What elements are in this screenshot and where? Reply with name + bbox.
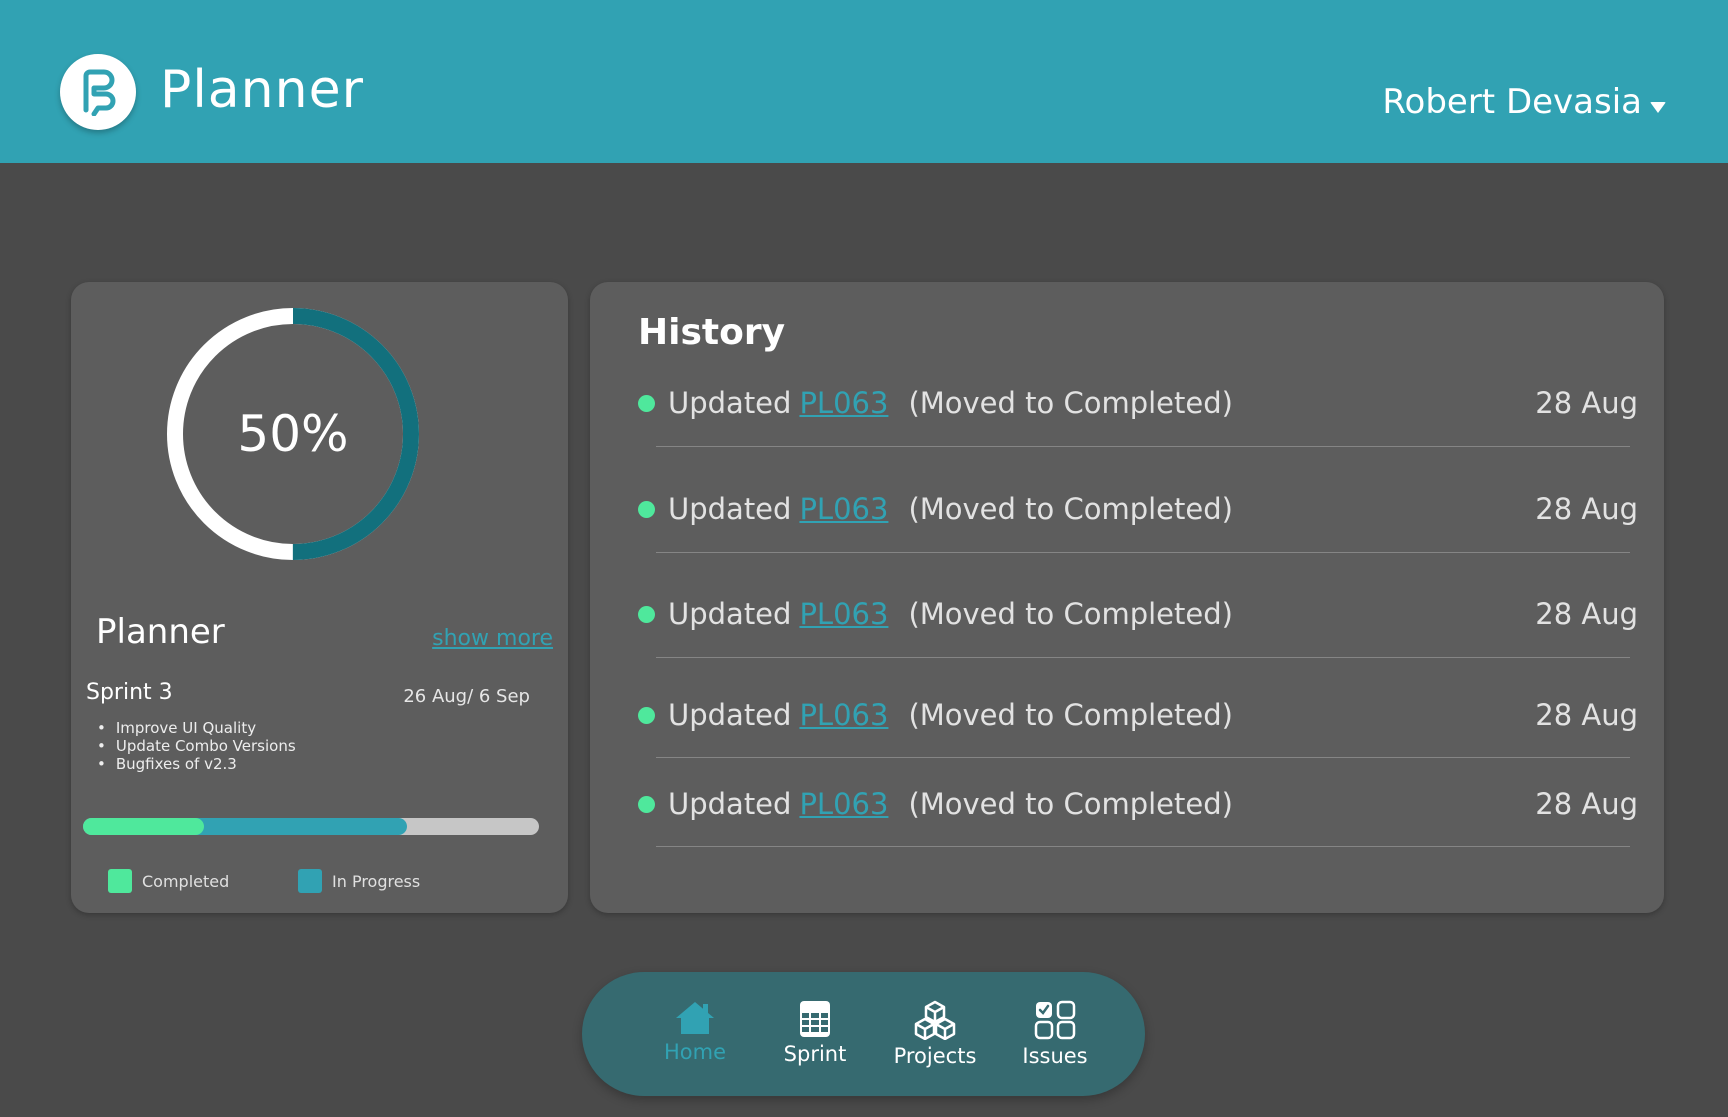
nav-item-projects[interactable]: Projects	[880, 1000, 990, 1068]
app-header: Planner Robert Devasia	[0, 0, 1728, 163]
row-divider	[656, 657, 1630, 658]
row-divider	[656, 846, 1630, 847]
nav-label-sprint: Sprint	[783, 1042, 847, 1066]
task-item: Bugfixes of v2.3	[93, 755, 296, 773]
sprint-name: Sprint 3	[86, 680, 173, 705]
issue-link[interactable]: PL063	[799, 386, 888, 420]
history-date: 28 Aug	[1535, 787, 1638, 821]
legend-in-progress-swatch	[298, 869, 322, 893]
show-more-link[interactable]: show more	[432, 626, 553, 651]
app-logo[interactable]	[60, 54, 136, 130]
history-action: Updated	[668, 492, 792, 526]
status-dot	[638, 706, 655, 724]
history-action: Updated	[668, 597, 792, 631]
task-item: Improve UI Quality	[93, 719, 296, 737]
history-detail: (Moved to Completed)	[908, 386, 1233, 420]
history-card: History Updated PL063 (Moved to Complete…	[590, 282, 1664, 913]
history-detail: (Moved to Completed)	[908, 698, 1233, 732]
home-icon	[676, 1002, 714, 1034]
issue-link[interactable]: PL063	[799, 597, 888, 631]
legend-in-progress-label: In Progress	[332, 871, 421, 891]
cubes-icon	[914, 1000, 956, 1040]
bottom-nav: Home Sprint Projects Issues	[582, 972, 1145, 1096]
history-action: Updated	[668, 386, 792, 420]
history-row: Updated PL063 (Moved to Completed) 28 Au…	[638, 779, 1638, 829]
nav-item-issues[interactable]: Issues	[1000, 1000, 1110, 1068]
row-divider	[656, 446, 1630, 447]
history-date: 28 Aug	[1535, 492, 1638, 526]
history-detail: (Moved to Completed)	[908, 597, 1233, 631]
history-title: History	[638, 312, 786, 353]
history-row: Updated PL063 (Moved to Completed) 28 Au…	[638, 484, 1638, 534]
nav-item-sprint[interactable]: Sprint	[760, 1000, 870, 1066]
history-date: 28 Aug	[1535, 698, 1638, 732]
legend-completed-label: Completed	[142, 871, 230, 891]
history-action: Updated	[668, 698, 792, 732]
status-dot	[638, 500, 655, 518]
history-row: Updated PL063 (Moved to Completed) 28 Au…	[638, 690, 1638, 740]
history-action: Updated	[668, 787, 792, 821]
legend-completed-swatch	[108, 869, 132, 893]
legend-in-progress: In Progress	[298, 869, 420, 893]
nav-item-home[interactable]: Home	[640, 1000, 750, 1064]
user-name: Robert Devasia	[1382, 82, 1642, 122]
history-detail: (Moved to Completed)	[908, 492, 1233, 526]
history-detail: (Moved to Completed)	[908, 787, 1233, 821]
history-date: 28 Aug	[1535, 386, 1638, 420]
status-dot	[638, 394, 655, 412]
checklist-grid-icon	[1034, 1000, 1076, 1040]
sprint-task-list: Improve UI Quality Update Combo Versions…	[93, 719, 296, 773]
project-name: Planner	[96, 612, 225, 652]
issue-link[interactable]: PL063	[799, 698, 888, 732]
calendar-grid-icon	[800, 1001, 830, 1037]
nav-label-home: Home	[663, 1040, 726, 1064]
app-title: Planner	[160, 60, 364, 120]
legend-completed: Completed	[108, 869, 229, 893]
user-menu[interactable]: Robert Devasia	[1382, 82, 1666, 122]
progress-percent-label: 50%	[237, 405, 349, 463]
planner-logo-icon	[83, 69, 116, 116]
issue-link[interactable]: PL063	[799, 492, 888, 526]
project-card: 50% Planner show more Sprint 3 26 Aug/ 6…	[71, 282, 568, 913]
history-date: 28 Aug	[1535, 597, 1638, 631]
row-divider	[656, 757, 1630, 758]
nav-label-projects: Projects	[893, 1044, 977, 1068]
history-row: Updated PL063 (Moved to Completed) 28 Au…	[638, 378, 1638, 428]
issue-link[interactable]: PL063	[799, 787, 888, 821]
status-dot	[638, 605, 655, 623]
task-item: Update Combo Versions	[93, 737, 296, 755]
status-dot	[638, 795, 655, 813]
progress-completed-segment	[83, 818, 204, 835]
history-row: Updated PL063 (Moved to Completed) 28 Au…	[638, 589, 1638, 639]
sprint-progress-bar	[83, 818, 539, 835]
nav-label-issues: Issues	[1022, 1044, 1088, 1068]
row-divider	[656, 552, 1630, 553]
caret-down-icon	[1650, 101, 1666, 113]
sprint-dates: 26 Aug/ 6 Sep	[403, 686, 530, 707]
